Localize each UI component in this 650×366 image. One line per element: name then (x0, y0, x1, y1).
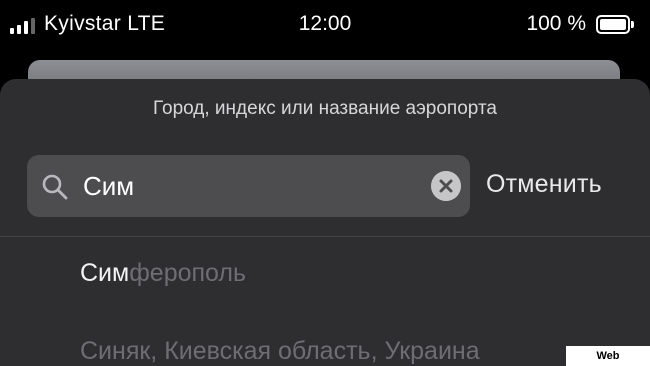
battery-percentage: 100 % (526, 12, 586, 35)
watermark-label: Web Screenshot (566, 346, 650, 366)
search-input[interactable] (83, 168, 413, 204)
search-sheet (0, 79, 650, 366)
list-item-simferopol[interactable]: Симферополь (80, 259, 246, 288)
search-prompt: Город, индекс или название аэропорта (152, 98, 497, 119)
result-rest-text: Синяк, Киевская область, Украина (80, 337, 480, 365)
battery-icon (596, 15, 634, 34)
search-icon (42, 174, 68, 200)
clear-icon[interactable] (431, 171, 461, 201)
result-match-text: Сим (80, 259, 130, 287)
result-rest-text: ферополь (129, 259, 247, 287)
screen: Kyivstar LTE 12:00 100 % Город, индекс и… (0, 0, 650, 366)
divider (0, 236, 650, 237)
list-item-sinyak[interactable]: Синяк, Киевская область, Украина (80, 337, 480, 366)
search-field[interactable] (27, 155, 470, 217)
cancel-button[interactable]: Отменить (486, 170, 602, 199)
status-bar: Kyivstar LTE 12:00 100 % (0, 0, 650, 50)
